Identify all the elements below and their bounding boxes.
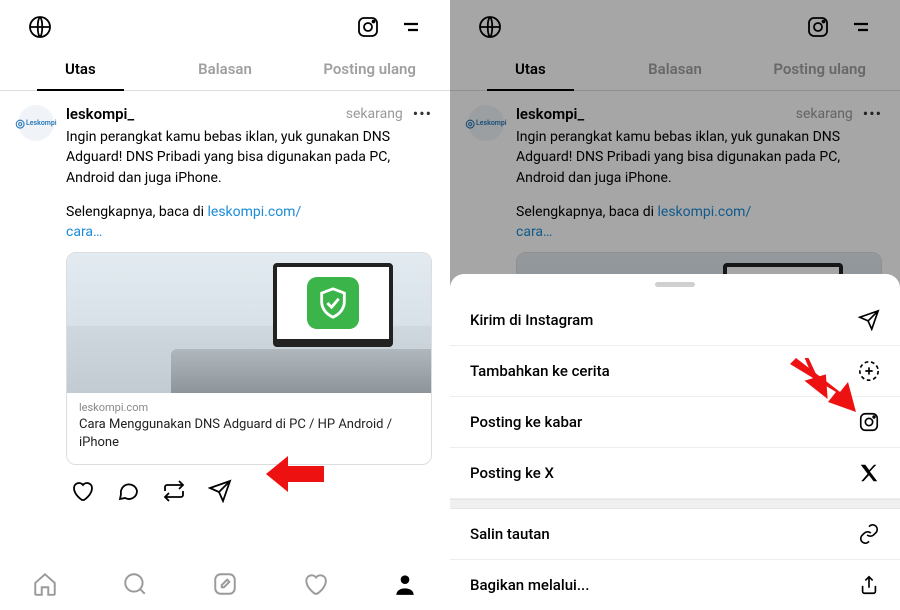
- feed-tabs: Utas Balasan Posting ulang: [450, 50, 900, 91]
- tab-threads[interactable]: Utas: [8, 50, 153, 90]
- instagram-icon[interactable]: [356, 15, 380, 39]
- more-icon: •••: [863, 106, 882, 122]
- link-card[interactable]: leskompi.com Cara Menggunakan DNS Adguar…: [66, 252, 432, 464]
- post-timestamp: sekarang: [346, 106, 403, 122]
- post-actions: [66, 465, 432, 517]
- post-text-2: Selengkapnya, baca di leskompi.com/cara…: [516, 202, 882, 243]
- like-icon[interactable]: [70, 479, 94, 503]
- instagram-icon: [806, 15, 830, 39]
- x-icon: [858, 462, 880, 484]
- globe-icon: [478, 15, 502, 39]
- profile-icon[interactable]: [392, 571, 418, 597]
- keyboard: [171, 349, 431, 393]
- story-add-icon: [858, 360, 880, 382]
- post-text-2: Selengkapnya, baca di leskompi.com/cara…: [66, 202, 432, 243]
- top-header: [450, 0, 900, 50]
- repost-icon[interactable]: [162, 479, 186, 503]
- phone-right: Utas Balasan Posting ulang Leskompi lesk…: [450, 0, 900, 610]
- feed-tabs: Utas Balasan Posting ulang: [0, 50, 450, 91]
- sheet-divider: [450, 499, 900, 509]
- tab-reposts[interactable]: Posting ulang: [297, 50, 442, 90]
- phone-left: Utas Balasan Posting ulang Leskompi lesk…: [0, 0, 450, 610]
- tab-threads: Utas: [458, 50, 603, 90]
- share-sheet: Kirim di Instagram Tambahkan ke cerita P…: [450, 274, 900, 610]
- laptop-screen: [273, 263, 393, 347]
- menu-icon[interactable]: [398, 15, 422, 39]
- avatar: Leskompi: [468, 105, 504, 141]
- bottom-tabbar: [0, 558, 450, 610]
- top-header: [0, 0, 450, 50]
- send-icon: [858, 309, 880, 331]
- card-title: Cara Menggunakan DNS Adguard di PC / HP …: [79, 416, 419, 451]
- sheet-post-x[interactable]: Posting ke X: [450, 448, 900, 499]
- shield-icon: [307, 277, 359, 329]
- search-icon[interactable]: [122, 571, 148, 597]
- sheet-share-via[interactable]: Bagikan melalui...: [450, 560, 900, 610]
- share-icon: [858, 574, 880, 596]
- card-domain: leskompi.com: [79, 401, 419, 414]
- red-arrow-right: [790, 358, 856, 412]
- card-image: [67, 253, 431, 393]
- post-text-1: Ingin perangkat kamu bebas iklan, yuk gu…: [66, 127, 432, 188]
- activity-icon[interactable]: [302, 571, 328, 597]
- post-text-1: Ingin perangkat kamu bebas iklan, yuk gu…: [516, 127, 882, 188]
- home-icon[interactable]: [32, 571, 58, 597]
- sheet-grabber[interactable]: [655, 282, 695, 287]
- share-icon[interactable]: [208, 479, 232, 503]
- compose-icon[interactable]: [212, 571, 238, 597]
- post: Leskompi leskompi_ sekarang ••• Ingin pe…: [0, 91, 450, 517]
- comment-icon[interactable]: [116, 479, 140, 503]
- post-username: leskompi_: [516, 105, 584, 123]
- globe-icon[interactable]: [28, 15, 52, 39]
- post-username[interactable]: leskompi_: [66, 105, 134, 123]
- sheet-send-instagram[interactable]: Kirim di Instagram: [450, 295, 900, 346]
- red-arrow-left: [264, 454, 324, 494]
- tab-reposts: Posting ulang: [747, 50, 892, 90]
- sheet-copy-link[interactable]: Salin tautan: [450, 509, 900, 560]
- instagram-icon: [858, 411, 880, 433]
- tab-replies[interactable]: Balasan: [153, 50, 298, 90]
- more-icon[interactable]: •••: [413, 106, 432, 122]
- link-icon: [858, 523, 880, 545]
- post-timestamp: sekarang: [796, 106, 853, 122]
- post-link[interactable]: leskompi.com/: [208, 204, 302, 220]
- avatar[interactable]: Leskompi: [18, 105, 54, 141]
- menu-icon: [848, 15, 872, 39]
- post-link-more[interactable]: cara…: [66, 224, 102, 240]
- tab-replies: Balasan: [603, 50, 748, 90]
- post-header: leskompi_ sekarang •••: [66, 105, 432, 123]
